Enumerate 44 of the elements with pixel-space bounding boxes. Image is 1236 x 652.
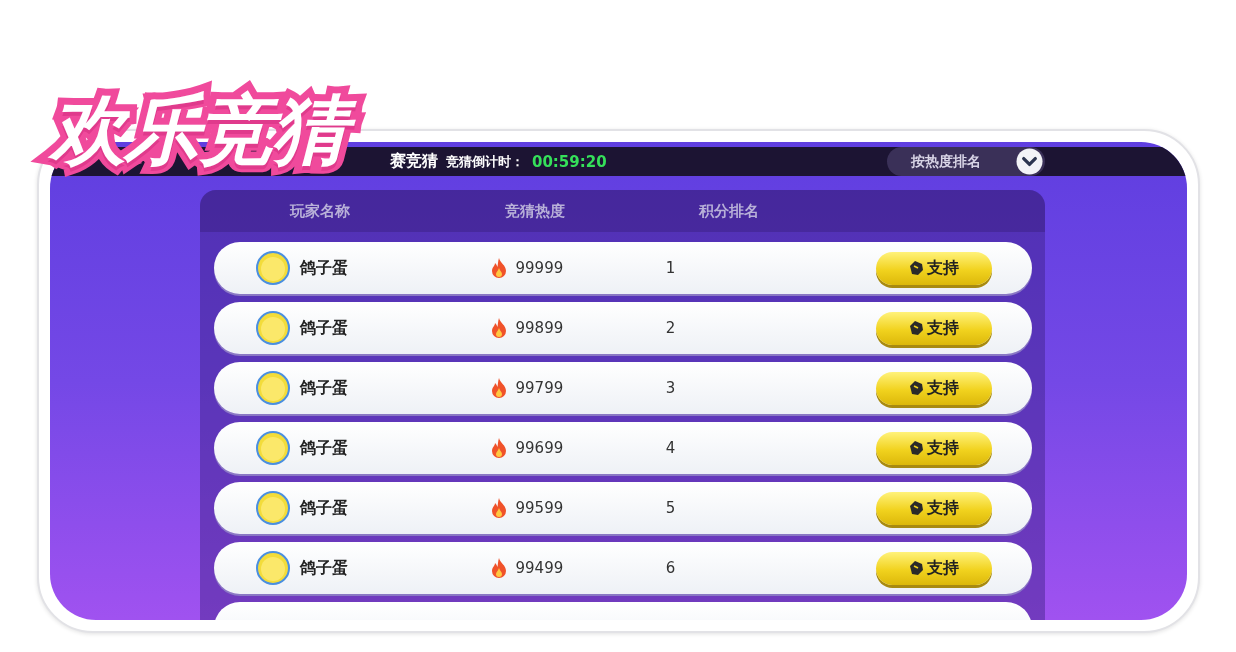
- sort-dropdown[interactable]: 按热度排名: [887, 147, 1045, 176]
- support-button[interactable]: 支持: [875, 251, 992, 285]
- rank-value: 5: [664, 499, 677, 517]
- player-name: 鸽子蛋: [299, 497, 349, 519]
- rank-value: 4: [664, 439, 677, 457]
- chevron-down-icon: [1016, 148, 1043, 175]
- support-button[interactable]: 支持: [875, 311, 992, 345]
- player-name: 鸽子蛋: [299, 557, 349, 579]
- player-name: 鸽子蛋: [299, 437, 349, 459]
- avatar-icon: [255, 371, 290, 405]
- countdown-timer: 00:59:20: [532, 152, 607, 171]
- avatar-icon: [255, 491, 290, 525]
- avatar-icon: [255, 551, 290, 585]
- column-header: 积分排名: [697, 201, 760, 221]
- rank-value: 1: [664, 259, 677, 277]
- heat-value: 99899: [515, 319, 565, 337]
- countdown-label: 竞猜倒计时：: [446, 152, 524, 171]
- flame-icon: [489, 377, 508, 399]
- heat-value: 99699: [515, 439, 565, 457]
- rank-value: 6: [664, 559, 677, 577]
- flame-icon: [489, 257, 508, 279]
- support-button[interactable]: 支持: [875, 491, 992, 525]
- rank-value: 2: [664, 319, 677, 337]
- avatar-icon: [255, 311, 290, 345]
- support-button[interactable]: 支持: [875, 431, 992, 465]
- flame-icon: [489, 437, 508, 459]
- support-button[interactable]: 支持: [875, 551, 992, 585]
- player-name: 鸽子蛋: [299, 257, 349, 279]
- heat-value: 99599: [515, 499, 565, 517]
- screen-title: 赛竞猜: [390, 151, 438, 172]
- column-header: 玩家名称: [288, 201, 351, 221]
- flame-icon: [489, 497, 508, 519]
- heat-value: 99499: [515, 559, 565, 577]
- heat-value: 99999: [515, 259, 565, 277]
- avatar-icon: [255, 251, 290, 285]
- support-button[interactable]: 支持: [875, 371, 992, 405]
- flame-icon: [489, 557, 508, 579]
- player-name: 鸽子蛋: [299, 377, 349, 399]
- avatar-icon: [255, 431, 290, 465]
- flame-icon: [489, 317, 508, 339]
- rank-value: 3: [664, 379, 677, 397]
- column-header: 竞猜热度: [504, 201, 566, 221]
- player-name: 鸽子蛋: [299, 317, 349, 339]
- heat-value: 99799: [515, 379, 565, 397]
